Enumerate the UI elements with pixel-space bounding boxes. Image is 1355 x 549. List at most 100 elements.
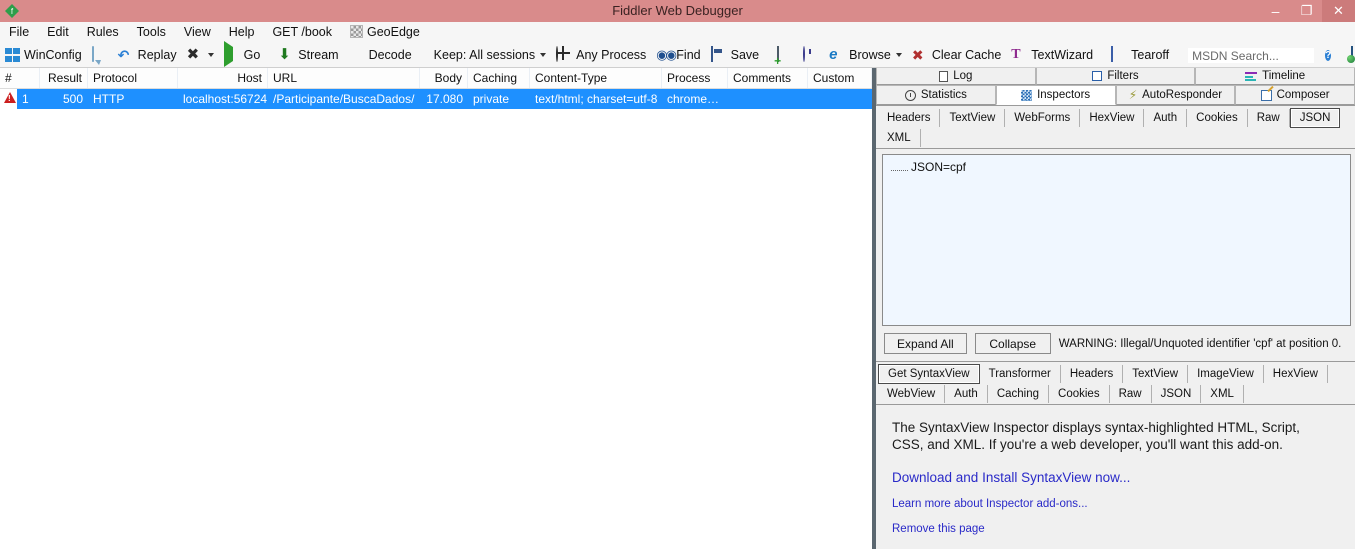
textwizard-button[interactable]: T TextWizard [1006,43,1098,67]
response-tab-auth[interactable]: Auth [945,385,988,403]
column-header-url[interactable]: URL [268,68,420,88]
json-tree-view[interactable]: JSON=cpf [882,154,1351,326]
chevron-down-icon [207,53,214,57]
decode-button[interactable]: Decode [344,43,417,67]
learn-more-link[interactable]: Learn more about Inspector add-ons... [892,498,1339,510]
request-tab-cookies[interactable]: Cookies [1187,109,1248,127]
menu-edit[interactable]: Edit [38,22,78,43]
chevron-down-icon [540,53,547,57]
tab-autoresponder[interactable]: ⚡ AutoResponder [1115,85,1236,105]
download-syntaxview-link[interactable]: Download and Install SyntaxView now... [892,470,1339,485]
syntaxview-panel: The SyntaxView Inspector displays syntax… [876,405,1355,535]
menu-view[interactable]: View [175,22,220,43]
menu-geoedge[interactable]: GeoEdge [341,22,429,43]
stream-button[interactable]: ⬇ Stream [273,43,343,67]
menu-help[interactable]: Help [220,22,264,43]
request-tab-webforms[interactable]: WebForms [1005,109,1081,127]
response-tab-xml[interactable]: XML [1201,385,1244,403]
help-button[interactable]: ? [1320,43,1346,67]
go-button[interactable]: Go [219,41,266,67]
winconfig-label: WinConfig [24,48,82,62]
keep-sessions-dropdown[interactable]: Keep: All sessions [425,43,551,67]
msdn-search-field[interactable]: MSDN Search... [1182,43,1320,67]
chevron-down-icon [895,53,902,57]
cell-comments [728,89,808,109]
request-tab-raw[interactable]: Raw [1248,109,1290,127]
any-process-button[interactable]: Any Process [551,43,651,67]
tearoff-icon [1111,46,1127,63]
clear-cache-label: Clear Cache [931,48,1002,62]
cell-process: chrome… [667,92,720,106]
tree-line-icon [891,163,908,171]
tab-autoresponder-label: AutoResponder [1142,89,1223,101]
compose-icon [1260,89,1272,101]
response-tab-textview[interactable]: TextView [1123,365,1189,383]
column-header-process[interactable]: Process [662,68,728,88]
online-status-button[interactable]: Online [1346,43,1355,67]
tab-inspectors[interactable]: Inspectors [995,85,1116,105]
cell-url: /Participante/BuscaDados/ [273,92,415,106]
request-tab-hexview[interactable]: HexView [1080,109,1145,127]
request-inspector-tabs: Headers TextView WebForms HexView Auth C… [876,106,1355,149]
save-button[interactable]: Save [706,43,765,67]
response-tab-raw[interactable]: Raw [1110,385,1152,403]
request-tab-textview[interactable]: TextView [940,109,1006,127]
column-header-custom[interactable]: Custom [808,68,872,88]
menu-tools[interactable]: Tools [128,22,175,43]
tab-log[interactable]: Log [876,68,1036,85]
remove-page-link[interactable]: Remove this page [892,523,1339,535]
comment-button[interactable] [87,43,113,67]
column-header-host[interactable]: Host [178,68,268,88]
replay-button[interactable]: ↶ Replay [113,43,182,67]
find-button[interactable]: ◉◉ Find [651,43,705,67]
column-header-protocol[interactable]: Protocol [88,68,178,88]
session-column-headers: # Result Protocol Host URL Body Caching … [0,68,872,89]
clear-cache-button[interactable]: ✖ Clear Cache [907,43,1006,67]
response-tab-get-syntaxview[interactable]: Get SyntaxView [878,364,980,384]
tab-composer[interactable]: Composer [1235,85,1355,105]
close-button[interactable]: ✕ [1322,0,1355,22]
response-tab-imageview[interactable]: ImageView [1188,365,1264,383]
top-tab-row: Log Filters Timeline [876,68,1355,85]
response-tab-caching[interactable]: Caching [988,385,1050,403]
screenshot-button[interactable] [772,43,798,67]
collapse-button[interactable]: Collapse [974,333,1051,354]
json-tree-node[interactable]: JSON=cpf [883,155,1350,174]
browse-button[interactable]: e Browse [824,43,907,67]
tab-timeline[interactable]: Timeline [1195,68,1355,85]
tearoff-button[interactable]: Tearoff [1106,43,1174,67]
response-tab-headers[interactable]: Headers [1061,365,1124,383]
response-tab-hexview[interactable]: HexView [1264,365,1328,383]
request-tab-xml[interactable]: XML [878,129,921,147]
table-row[interactable]: 1 500 HTTP localhost:56724 /Participante… [0,89,872,109]
warning-triangle-icon [4,92,16,103]
response-tab-cookies[interactable]: Cookies [1049,385,1110,403]
request-tab-headers[interactable]: Headers [878,109,941,127]
column-header-comments[interactable]: Comments [728,68,808,88]
tab-filters[interactable]: Filters [1035,68,1196,85]
main-tab-row: Statistics Inspectors ⚡ AutoResponder Co… [876,85,1355,106]
response-tabs-row-1: Get SyntaxView Transformer Headers TextV… [876,364,1355,384]
menu-rules[interactable]: Rules [78,22,128,43]
column-header-result[interactable]: Result [40,68,88,88]
column-header-body[interactable]: Body [420,68,468,88]
remove-button[interactable]: ✖ [182,43,219,67]
binoculars-icon: ◉◉ [656,47,677,62]
column-header-content-type[interactable]: Content-Type [530,68,662,88]
menu-get-book[interactable]: GET /book [263,22,341,43]
response-tab-json[interactable]: JSON [1152,385,1202,403]
menu-geoedge-label: GeoEdge [366,25,420,39]
response-tab-transformer[interactable]: Transformer [980,365,1061,383]
column-header-num[interactable]: # [0,68,40,88]
request-tab-json[interactable]: JSON [1289,108,1341,128]
syntaxview-description: The SyntaxView Inspector displays syntax… [892,420,1300,452]
column-header-caching[interactable]: Caching [468,68,530,88]
winconfig-button[interactable]: WinConfig [0,43,87,67]
request-tab-auth[interactable]: Auth [1144,109,1188,127]
timer-button[interactable] [798,43,824,67]
expand-all-button[interactable]: Expand All [884,333,967,354]
maximize-button[interactable]: ❐ [1291,0,1322,22]
tab-statistics[interactable]: Statistics [876,85,996,105]
response-tab-webview[interactable]: WebView [878,385,946,403]
menu-file[interactable]: File [0,22,38,43]
